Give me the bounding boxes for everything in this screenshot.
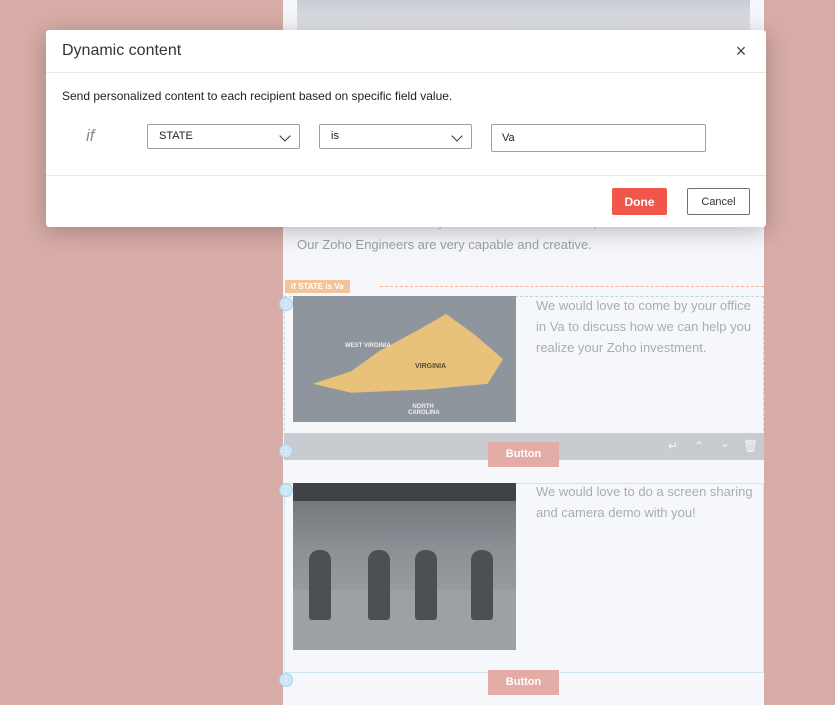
block-drag-handle[interactable]: ⋮ xyxy=(279,297,293,311)
condition-divider xyxy=(380,286,764,287)
map-label-west-virginia: WEST VIRGINIA xyxy=(345,343,391,349)
email-button-2[interactable]: Button xyxy=(488,670,559,695)
photo-person-2 xyxy=(368,550,390,620)
vr-demo-photo[interactable] xyxy=(293,483,516,650)
dynamic-content-modal: Dynamic content × Send personalized cont… xyxy=(46,30,766,227)
email-button-1[interactable]: Button xyxy=(488,442,559,467)
block-drag-handle-4[interactable]: ⋮ xyxy=(279,673,293,687)
block2-text[interactable]: We would love to do a screen sharing and… xyxy=(536,481,761,523)
field-select[interactable]: STATE xyxy=(147,124,300,149)
condition-value-input[interactable] xyxy=(491,124,706,152)
photo-person-3 xyxy=(415,550,437,620)
chevron-down-icon xyxy=(451,130,463,142)
operator-select-value: is xyxy=(331,130,339,142)
block-drag-handle-3[interactable]: ⋮ xyxy=(279,483,293,497)
cancel-button[interactable]: Cancel xyxy=(687,188,750,215)
modal-description: Send personalized content to each recipi… xyxy=(62,89,453,103)
condition-tag[interactable]: if STATE is Va xyxy=(285,280,350,293)
header-divider xyxy=(46,72,766,73)
move-left-icon[interactable]: ↵ xyxy=(666,439,680,453)
photo-person-4 xyxy=(471,550,493,620)
map-label-virginia: VIRGINIA xyxy=(415,363,447,370)
close-icon[interactable]: × xyxy=(732,42,750,60)
move-up-icon[interactable]: ⌃ xyxy=(692,439,706,453)
block-drag-handle-2[interactable]: ⋮ xyxy=(279,444,293,458)
virginia-shape xyxy=(313,314,503,393)
map-label-north-carolina: NORTH CAROLINA xyxy=(408,404,440,416)
photo-ceiling xyxy=(293,483,516,501)
field-select-value: STATE xyxy=(159,130,193,142)
operator-select[interactable]: is xyxy=(319,124,472,149)
block1-text[interactable]: We would love to come by your office in … xyxy=(536,295,756,358)
trash-icon[interactable]: 🗑 xyxy=(743,439,758,453)
move-down-icon[interactable]: ⌄ xyxy=(718,436,732,450)
modal-title: Dynamic content xyxy=(62,42,182,59)
photo-person-1 xyxy=(309,550,331,620)
done-button[interactable]: Done xyxy=(612,188,667,215)
if-label: if xyxy=(86,126,95,145)
virginia-map-image[interactable]: WEST VIRGINIA VIRGINIA NORTH CAROLINA xyxy=(293,296,516,422)
hero-image xyxy=(297,0,750,30)
chevron-down-icon xyxy=(279,130,291,142)
footer-divider xyxy=(46,175,766,176)
intro-line-2: Our Zoho Engineers are very capable and … xyxy=(297,237,592,252)
